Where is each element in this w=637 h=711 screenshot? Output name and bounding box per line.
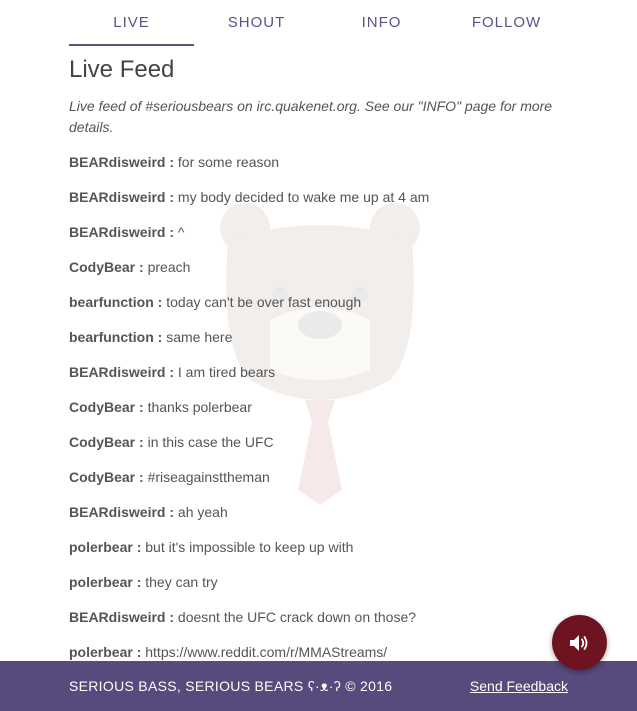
list-item: BEARdisweird : ah yeah (69, 495, 569, 530)
list-item: BEARdisweird : ^ (69, 215, 569, 250)
message-nick: BEARdisweird : (69, 504, 175, 520)
page-title: Live Feed (69, 56, 175, 83)
message-text: thanks polerbear (147, 399, 252, 415)
message-text: they can try (145, 574, 218, 590)
list-item: polerbear : they can try (69, 565, 569, 600)
tab-shout[interactable]: SHOUT (194, 0, 319, 46)
list-item: BEARdisweird : I am tired bears (69, 355, 569, 390)
message-nick: CodyBear : (69, 259, 144, 275)
message-nick: BEARdisweird : (69, 224, 175, 240)
tab-info[interactable]: INFO (319, 0, 444, 46)
message-nick: BEARdisweird : (69, 364, 175, 380)
tab-follow[interactable]: FOLLOW (444, 0, 569, 46)
list-item: BEARdisweird : for some reason (69, 145, 569, 180)
list-item: CodyBear : preach (69, 250, 569, 285)
message-text: doesnt the UFC crack down on those? (177, 609, 417, 625)
message-text: #riseagainsttheman (147, 469, 270, 485)
page: LIVE SHOUT INFO FOLLOW Live Feed Live fe… (0, 0, 637, 711)
message-text: today can't be over fast enough (166, 294, 362, 310)
list-item: BEARdisweird : my body decided to wake m… (69, 180, 569, 215)
list-item: polerbear : but it's impossible to keep … (69, 530, 569, 565)
message-text: I am tired bears (177, 364, 276, 380)
message-nick: bearfunction : (69, 329, 163, 345)
message-nick: CodyBear : (69, 434, 144, 450)
message-nick: BEARdisweird : (69, 189, 175, 205)
message-nick: polerbear : (69, 539, 142, 555)
message-text: in this case the UFC (147, 434, 274, 450)
footer-copyright: SERIOUS BASS, SERIOUS BEARS ʕ·ᴥ·ʔ © 2016 (69, 678, 393, 694)
list-item: CodyBear : in this case the UFC (69, 425, 569, 460)
message-nick: BEARdisweird : (69, 609, 175, 625)
message-text: for some reason (177, 154, 280, 170)
message-text: https://www.reddit.com/r/MMAStreams/ (145, 644, 388, 660)
message-nick: CodyBear : (69, 399, 144, 415)
message-text: but it's impossible to keep up with (145, 539, 354, 555)
list-item: BEARdisweird : doesnt the UFC crack down… (69, 600, 569, 635)
main-nav: LIVE SHOUT INFO FOLLOW (69, 0, 569, 46)
message-text: preach (147, 259, 191, 275)
list-item: CodyBear : #riseagainsttheman (69, 460, 569, 495)
list-item: bearfunction : same here (69, 320, 569, 355)
message-text: same here (166, 329, 233, 345)
message-nick: polerbear : (69, 644, 142, 660)
live-feed-list: BEARdisweird : for some reason BEARdiswe… (69, 145, 569, 670)
message-text: ^ (177, 224, 185, 240)
tab-live[interactable]: LIVE (69, 0, 194, 46)
message-nick: bearfunction : (69, 294, 163, 310)
list-item: bearfunction : today can't be over fast … (69, 285, 569, 320)
speaker-volume-icon (569, 634, 587, 651)
list-item: CodyBear : thanks polerbear (69, 390, 569, 425)
message-nick: polerbear : (69, 574, 142, 590)
message-text: ah yeah (177, 504, 228, 520)
site-footer: SERIOUS BASS, SERIOUS BEARS ʕ·ᴥ·ʔ © 2016… (0, 661, 637, 711)
send-feedback-link[interactable]: Send Feedback (470, 661, 568, 711)
sound-toggle-button[interactable] (552, 615, 607, 670)
message-text: my body decided to wake me up at 4 am (177, 189, 430, 205)
feed-intro: Live feed of #seriousbears on irc.quaken… (69, 98, 553, 135)
message-nick: CodyBear : (69, 469, 144, 485)
message-nick: BEARdisweird : (69, 154, 175, 170)
